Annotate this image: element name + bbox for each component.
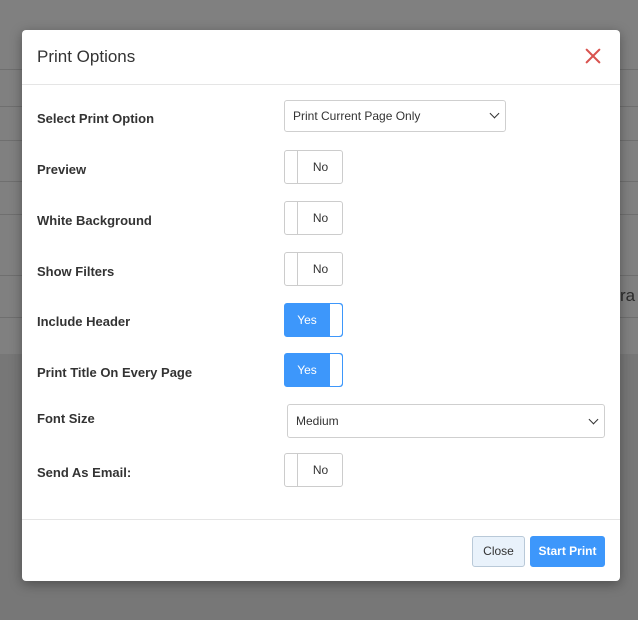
show-filters-toggle[interactable]: No <box>284 252 343 286</box>
font-size-select[interactable]: Medium <box>287 404 605 438</box>
toggle-state: No <box>312 160 329 174</box>
print-title-toggle[interactable]: Yes <box>284 353 343 387</box>
show-filters-label: Show Filters <box>37 264 115 279</box>
toggle-knob <box>285 454 298 486</box>
close-button[interactable]: Close <box>472 536 525 567</box>
include-header-toggle[interactable]: Yes <box>284 303 343 337</box>
print-option-selected-value: Print Current Page Only <box>293 109 421 123</box>
close-icon[interactable] <box>584 47 602 65</box>
print-options-modal: Print Options Select Print Option Print … <box>22 30 620 581</box>
toggle-state: No <box>312 463 329 477</box>
print-option-label: Select Print Option <box>37 111 155 126</box>
print-option-select[interactable]: Print Current Page Only <box>284 100 506 132</box>
white-background-label: White Background <box>37 213 152 228</box>
modal-footer: Close Start Print <box>22 519 620 582</box>
start-print-button[interactable]: Start Print <box>530 536 605 567</box>
print-title-label: Print Title On Every Page <box>37 365 193 380</box>
toggle-state: Yes <box>297 363 317 377</box>
toggle-state: No <box>312 262 329 276</box>
send-email-label: Send As Email: <box>37 465 132 480</box>
font-size-label: Font Size <box>37 411 95 426</box>
background-partial-text: ra <box>620 286 636 305</box>
toggle-knob <box>329 304 342 336</box>
modal-title: Print Options <box>37 47 136 66</box>
include-header-label: Include Header <box>37 314 131 329</box>
font-size-selected-value: Medium <box>296 414 339 428</box>
preview-label: Preview <box>37 162 87 177</box>
preview-toggle[interactable]: No <box>284 150 343 184</box>
toggle-knob <box>285 151 298 183</box>
chevron-down-icon <box>489 108 500 119</box>
toggle-knob <box>285 202 298 234</box>
toggle-state: Yes <box>297 313 317 327</box>
send-email-toggle[interactable]: No <box>284 453 343 487</box>
chevron-down-icon <box>588 414 599 425</box>
toggle-knob <box>285 253 298 285</box>
modal-header: Print Options <box>22 30 620 85</box>
toggle-state: No <box>312 211 329 225</box>
white-background-toggle[interactable]: No <box>284 201 343 235</box>
toggle-knob <box>329 354 342 386</box>
